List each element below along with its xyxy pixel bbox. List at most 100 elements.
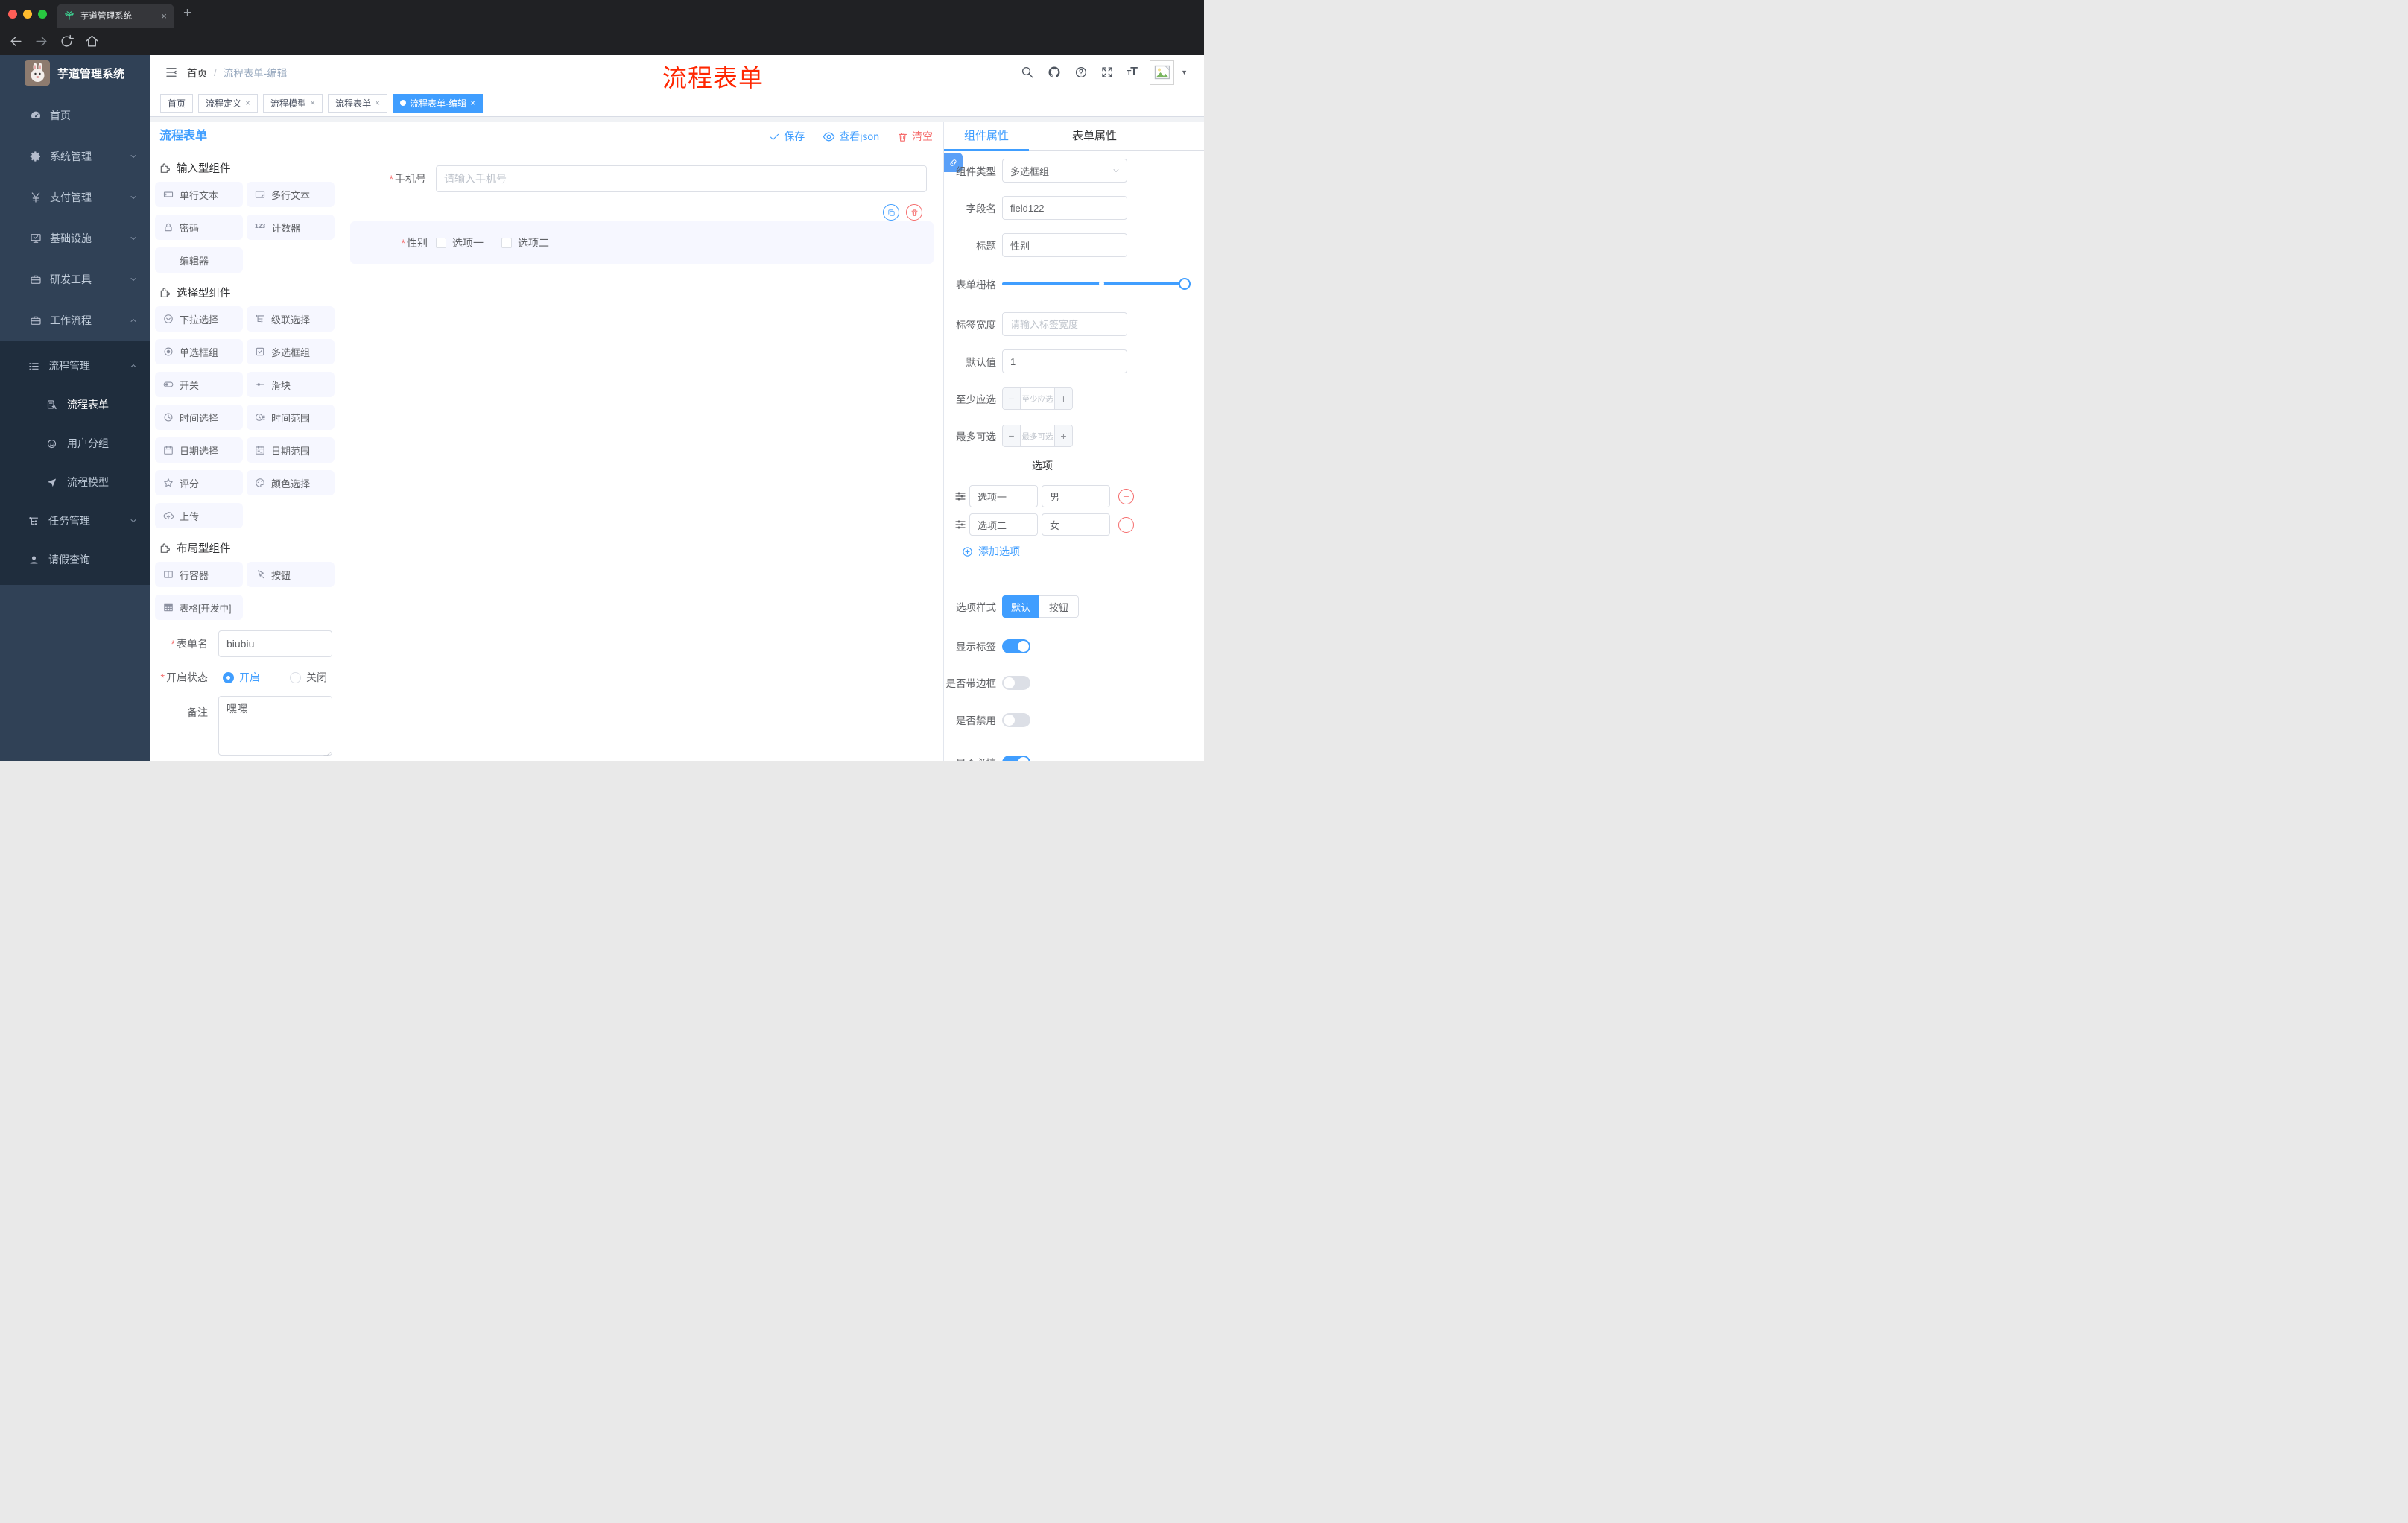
tag-home[interactable]: 首页 [160,93,194,113]
form-remark-textarea[interactable]: 嘿嘿 [218,696,332,756]
add-option-button[interactable]: 添加选项 [962,542,1020,561]
palette-item-select[interactable]: 下拉选择 [155,306,243,332]
breadcrumb-home[interactable]: 首页 [187,65,207,80]
tab-close-icon[interactable]: × [161,10,167,22]
gender-option2-label[interactable]: 选项二 [518,235,549,250]
home-icon[interactable] [85,34,99,48]
stepper-plus-button[interactable]: + [1054,425,1072,446]
palette-item-cascader[interactable]: 级联选择 [247,306,335,332]
reload-icon[interactable] [60,34,74,48]
clear-button[interactable]: 清空 [897,129,933,144]
status-closed-radio[interactable] [290,671,301,683]
view-json-button[interactable]: 查看json [823,129,879,144]
tab-component-props[interactable]: 组件属性 [944,122,1029,151]
palette-item-row-container[interactable]: 行容器 [155,562,243,587]
palette-item-time-range[interactable]: 时间范围 [247,405,335,430]
min-select-placeholder[interactable]: 至少应选 [1021,388,1054,409]
sidebar-item-devtools[interactable]: 研发工具 [0,259,150,300]
slider-track[interactable] [1002,282,1191,285]
tag-process-form[interactable]: 流程表单 × [328,93,388,113]
gender-option2-checkbox[interactable] [501,237,512,248]
style-default-button[interactable]: 默认 [1002,595,1039,618]
phone-field-row[interactable]: * 手机号 [340,165,943,192]
sidebar-item-infra[interactable]: 基础设施 [0,218,150,259]
border-toggle[interactable] [1002,675,1030,690]
label-width-input[interactable] [1002,312,1127,336]
window-minimize-button[interactable] [23,10,32,19]
status-open-radio[interactable] [223,671,234,683]
collapse-sidebar-icon[interactable] [165,66,178,79]
palette-item-date-picker[interactable]: 日期选择 [155,437,243,463]
slider-handle[interactable] [1179,278,1191,290]
save-button[interactable]: 保存 [769,129,805,144]
palette-item-slider[interactable]: 滑块 [247,372,335,397]
remove-option-button[interactable] [1118,488,1134,504]
form-grid-slider[interactable] [1002,272,1191,296]
avatar-caret-icon[interactable]: ▼ [1181,69,1188,76]
user-avatar[interactable] [1150,60,1175,85]
tag-process-form-edit[interactable]: 流程表单-编辑 × [393,93,484,113]
sidebar-item-payment[interactable]: 支付管理 [0,177,150,218]
sidebar-item-home[interactable]: 首页 [0,95,150,136]
tag-process-definition[interactable]: 流程定义 × [198,93,259,113]
palette-item-single-text[interactable]: 单行文本 [155,182,243,207]
sidebar-item-leave-query[interactable]: 请假查询 [0,540,150,579]
palette-item-table[interactable]: 表格[开发中] [155,595,243,620]
search-icon[interactable] [1021,66,1034,79]
palette-item-counter[interactable]: 123 计数器 [247,215,335,240]
disabled-toggle[interactable] [1002,712,1030,727]
tag-close-icon[interactable]: × [245,98,250,107]
title-input[interactable] [1002,233,1127,257]
copy-component-button[interactable] [883,204,899,221]
tag-process-model[interactable]: 流程模型 × [263,93,323,113]
component-type-select[interactable]: 多选框组 [1002,159,1127,183]
browser-tab[interactable]: 芋道管理系统 × [57,4,174,28]
window-close-button[interactable] [8,10,17,19]
sidebar-item-process-form[interactable]: 流程表单 [0,385,150,424]
stepper-minus-button[interactable]: − [1003,388,1021,409]
palette-item-editor[interactable]: 编辑器 [155,247,243,273]
option1-label-input[interactable] [969,485,1038,507]
fullscreen-icon[interactable] [1100,66,1114,79]
palette-item-button[interactable]: 按钮 [247,562,335,587]
sidebar-logo[interactable]: 芋道管理系统 [0,55,150,91]
show-label-toggle[interactable] [1002,639,1030,653]
forward-icon[interactable] [34,34,48,48]
palette-item-password[interactable]: 密码 [155,215,243,240]
phone-input[interactable] [436,165,927,192]
palette-item-radio-group[interactable]: 单选框组 [155,339,243,364]
delete-component-button[interactable] [906,204,922,221]
github-icon[interactable] [1047,65,1062,80]
field-name-input[interactable] [1002,196,1127,220]
max-select-placeholder[interactable]: 最多可选 [1021,425,1054,446]
stepper-plus-button[interactable]: + [1054,388,1072,409]
palette-item-time-picker[interactable]: 时间选择 [155,405,243,430]
drag-handle-icon[interactable] [954,519,966,531]
tag-close-icon[interactable]: × [310,98,315,107]
palette-item-color-picker[interactable]: 颜色选择 [247,470,335,495]
tag-close-icon[interactable]: × [375,98,380,107]
option2-value-input[interactable] [1042,513,1110,536]
palette-item-rate[interactable]: 评分 [155,470,243,495]
sidebar-item-process-model[interactable]: 流程模型 [0,463,150,501]
sidebar-item-system[interactable]: 系统管理 [0,136,150,177]
new-tab-button[interactable]: + [183,5,191,22]
back-icon[interactable] [9,34,23,48]
sidebar-item-user-group[interactable]: 用户分组 [0,424,150,463]
stepper-minus-button[interactable]: − [1003,425,1021,446]
sidebar-item-workflow[interactable]: 工作流程 [0,300,150,341]
option1-value-input[interactable] [1042,485,1110,507]
drag-handle-icon[interactable] [954,490,966,502]
status-open-label[interactable]: 开启 [239,670,260,685]
palette-item-switch[interactable]: 开关 [155,372,243,397]
sidebar-item-process-mgmt[interactable]: 流程管理 [0,346,150,385]
help-icon[interactable] [1074,66,1088,79]
font-size-icon[interactable]: TT [1127,66,1138,79]
palette-item-date-range[interactable]: 日期范围 [247,437,335,463]
form-name-input[interactable] [218,630,332,657]
tag-close-icon[interactable]: × [470,98,475,107]
palette-item-multi-text[interactable]: 多行文本 [247,182,335,207]
gender-option1-label[interactable]: 选项一 [452,235,484,250]
palette-item-checkbox-group[interactable]: 多选框组 [247,339,335,364]
option2-label-input[interactable] [969,513,1038,536]
